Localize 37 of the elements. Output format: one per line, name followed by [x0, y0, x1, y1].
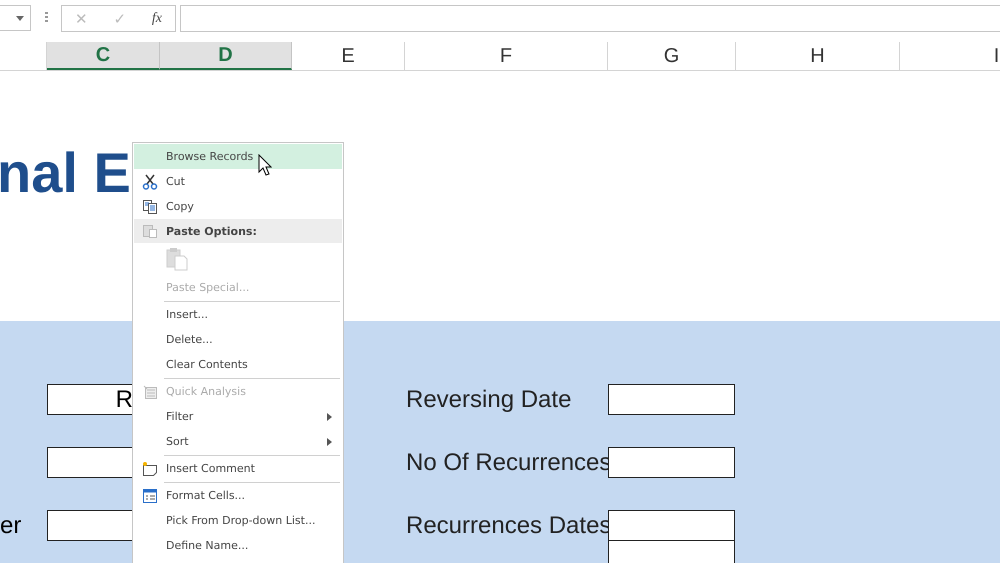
comment-icon	[142, 460, 158, 476]
field-label: No Of Recurrences	[406, 448, 608, 478]
formula-input[interactable]	[180, 5, 1000, 32]
copy-icon	[142, 198, 158, 214]
submenu-arrow-icon	[327, 438, 332, 446]
grip-icon[interactable]	[45, 12, 48, 24]
clipboard-icon	[142, 223, 158, 239]
menu-item[interactable]: Delete...	[134, 327, 342, 352]
column-header[interactable]: D	[160, 42, 292, 70]
menu-item[interactable]: Copy	[134, 194, 342, 219]
menu-item[interactable]: Sort	[134, 429, 342, 456]
submenu-arrow-icon	[327, 413, 332, 421]
menu-item[interactable]: Cut	[134, 169, 342, 194]
field-label: Reversing Date	[406, 385, 572, 415]
scissors-icon	[142, 174, 158, 190]
name-box[interactable]	[0, 5, 31, 31]
menu-item[interactable]: Clear Contents	[134, 352, 342, 379]
menu-item[interactable]: Define Name...	[134, 533, 342, 558]
menu-item[interactable]: Pick From Drop-down List...	[134, 508, 342, 533]
input-field[interactable]	[608, 384, 735, 415]
column-header[interactable]: C	[47, 42, 160, 70]
dropdown-icon[interactable]	[16, 16, 24, 20]
mouse-pointer-icon	[258, 154, 272, 176]
sheet-title: nal E	[0, 145, 131, 201]
menu-item[interactable]: Format Cells...	[134, 483, 342, 508]
format-cells-icon	[142, 488, 158, 504]
input-field[interactable]	[608, 510, 735, 541]
menu-item[interactable]: Browse Records	[134, 144, 342, 169]
menu-item[interactable]: Insert...	[134, 302, 342, 327]
insert-function-button[interactable]: fx	[146, 10, 168, 26]
input-field[interactable]	[608, 541, 735, 563]
field-label: Recurrences Dates	[406, 511, 608, 541]
quick-analysis-icon	[142, 384, 158, 400]
input-field[interactable]	[608, 447, 735, 478]
menu-section-header: Paste Options:	[166, 224, 257, 238]
menu-item[interactable]: Insert Comment	[134, 456, 342, 483]
field-label: er	[0, 512, 22, 540]
